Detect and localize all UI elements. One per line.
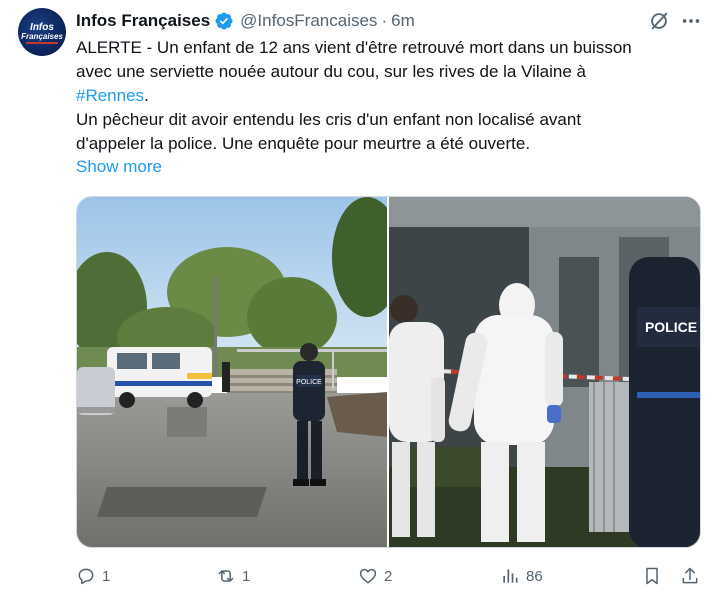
- media-grid: POLICE POLICE: [76, 196, 701, 548]
- vest-text-right: POLICE: [645, 319, 697, 335]
- photo-forensics-scene[interactable]: POLICE: [389, 197, 700, 547]
- author-name[interactable]: Infos Françaises: [76, 11, 210, 31]
- heart-icon: [359, 568, 377, 584]
- like-count: 2: [384, 567, 393, 585]
- tweet-header: Infos Françaises @InfosFrancaises · 6m: [76, 10, 415, 32]
- repost-count: 1: [242, 567, 251, 585]
- avatar-stripe: [26, 42, 58, 44]
- tweet-text-line: Un pêcheur dit avoir entendu les cris d'…: [76, 110, 582, 129]
- reply-count: 1: [102, 567, 111, 585]
- views-count: 86: [526, 567, 543, 585]
- share-button[interactable]: [680, 562, 700, 590]
- author-avatar[interactable]: Infos Françaises: [18, 8, 66, 56]
- show-more-link[interactable]: Show more: [76, 157, 162, 177]
- bookmark-button[interactable]: [642, 562, 662, 590]
- hashtag-suffix: .: [144, 86, 149, 105]
- like-button[interactable]: 2: [358, 562, 392, 590]
- tweet-text-line: avec une serviette nouée autour du cou, …: [76, 62, 586, 81]
- author-handle[interactable]: @InfosFrancaises: [240, 11, 377, 31]
- tweet-text-line-hashtag: #Rennes.: [76, 84, 706, 108]
- verified-badge-icon[interactable]: [214, 11, 234, 31]
- vest-text-left: POLICE: [296, 379, 322, 386]
- views-icon: [503, 569, 518, 583]
- tweet-text: ALERTE - Un enfant de 12 ans vient d'êtr…: [76, 36, 706, 156]
- tweet-timestamp[interactable]: 6m: [391, 11, 415, 31]
- grok-icon[interactable]: [648, 10, 670, 32]
- reply-icon: [78, 568, 94, 585]
- tweet-text-line: d'appeler la police. Une enquête pour me…: [76, 134, 531, 153]
- more-options-icon[interactable]: [680, 10, 702, 32]
- separator-dot: ·: [381, 11, 388, 30]
- bookmark-icon: [646, 567, 658, 585]
- action-bar: 1 1 2 86: [76, 562, 702, 590]
- repost-button[interactable]: 1: [216, 562, 250, 590]
- tweet-text-line: ALERTE - Un enfant de 12 ans vient d'êtr…: [76, 38, 632, 57]
- share-icon: [682, 567, 698, 584]
- views-button[interactable]: 86: [500, 562, 543, 590]
- photo-police-scene[interactable]: POLICE: [77, 197, 387, 547]
- avatar-text-line2: Françaises: [21, 32, 63, 41]
- repost-icon: [218, 570, 234, 582]
- hashtag-link[interactable]: #Rennes: [76, 86, 144, 105]
- reply-button[interactable]: 1: [76, 562, 110, 590]
